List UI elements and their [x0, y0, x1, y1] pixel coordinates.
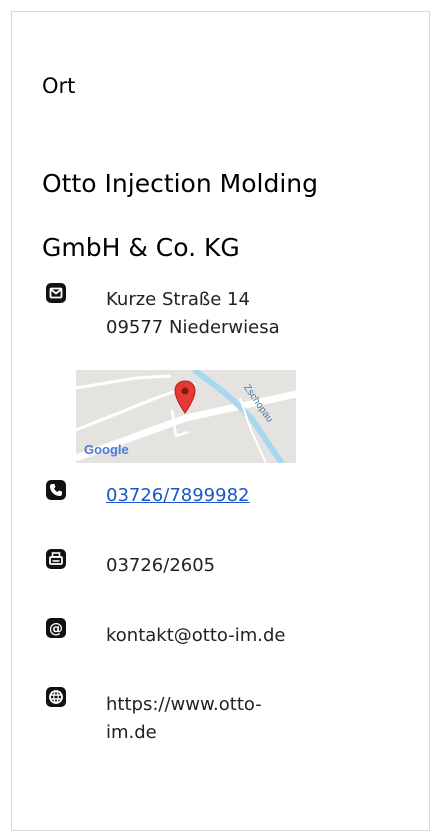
phone-icon	[46, 480, 66, 500]
address-street: Kurze Straße 14	[106, 289, 250, 310]
globe-icon	[46, 687, 66, 707]
address-city: 09577 Niederwiesa	[106, 317, 280, 338]
website-line2: im.de	[106, 722, 157, 743]
phone-number[interactable]: 03726/7899982	[106, 482, 250, 510]
fax-icon	[46, 549, 66, 569]
location-map[interactable]: Zschopau Google	[76, 370, 296, 463]
fax-number: 03726/2605	[106, 555, 216, 576]
svg-text:@: @	[49, 621, 63, 637]
email-address[interactable]: kontakt@otto-im.de	[106, 622, 286, 650]
website-line1: https://www.otto-	[106, 694, 262, 715]
google-logo: Google	[84, 442, 129, 457]
company-name-line2: GmbH & Co. KG	[42, 233, 240, 262]
address: Kurze Straße 14 09577 Niederwiesa	[106, 286, 280, 342]
envelope-icon	[46, 283, 66, 303]
company-name-line1: Otto Injection Molding	[42, 169, 318, 198]
company-name: Otto Injection Molding GmbH & Co. KG	[42, 152, 382, 280]
map-pin-icon	[174, 380, 196, 414]
phone-link[interactable]: 03726/7899982	[106, 485, 250, 506]
at-sign-icon: @	[46, 618, 66, 638]
section-title: Ort	[42, 74, 76, 98]
website[interactable]: https://www.otto- im.de	[106, 691, 262, 747]
